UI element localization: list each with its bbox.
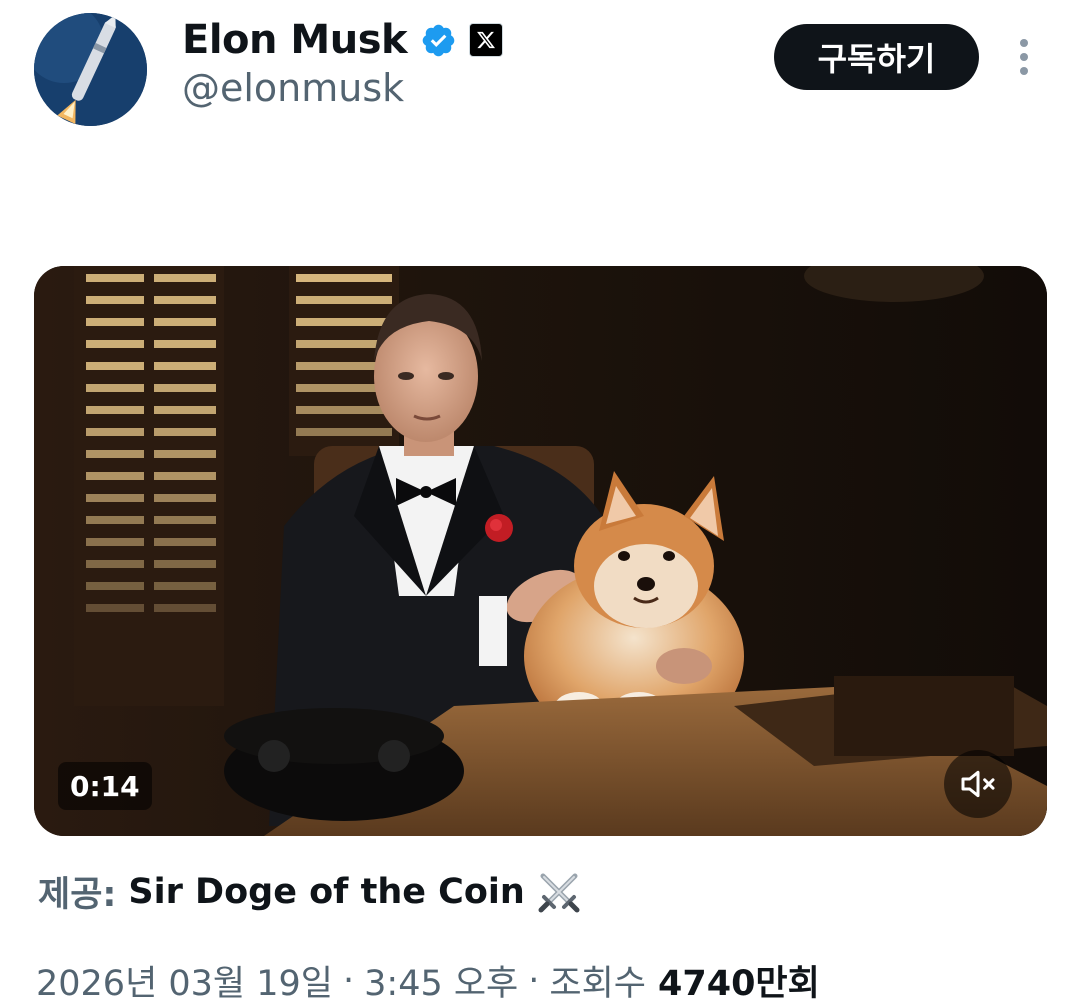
subscribe-button[interactable]: 구독하기 [774, 24, 979, 90]
video-player[interactable]: 0:14 [34, 266, 1047, 836]
author-avatar[interactable] [34, 13, 147, 126]
author-handle[interactable]: @elonmusk [182, 66, 404, 110]
views-count: 4740만회 [658, 964, 820, 1004]
author-display-name[interactable]: Elon Musk [182, 17, 408, 63]
meta-separator: · [343, 960, 355, 1001]
rocket-avatar-image [34, 13, 147, 126]
post-meta: 2026년 03월 19일 · 3:45 오후 · 조회수 4740만회 [36, 955, 820, 1005]
x-logo-icon[interactable] [469, 23, 504, 57]
author-name-row: Elon Musk [182, 14, 504, 66]
attribution-prefix: 제공: [38, 875, 117, 915]
crossed-swords-icon [535, 868, 583, 916]
attribution-source-link[interactable]: Sir Doge of the Coin [128, 872, 524, 912]
volume-muted-icon[interactable] [944, 750, 1012, 818]
media-attribution: 제공: Sir Doge of the Coin [38, 866, 583, 917]
more-vertical-icon[interactable] [1006, 36, 1042, 78]
verified-badge-icon [420, 22, 457, 59]
meta-separator: · [528, 960, 540, 1001]
post-card: Elon Musk @elonmusk 구독하기 0:14 제공: Sir Do… [0, 0, 1080, 1005]
video-duration-badge: 0:14 [58, 762, 152, 810]
views-label: 조회수 [549, 964, 647, 1004]
video-frame-image [34, 266, 1047, 836]
post-time[interactable]: 3:45 오후 [364, 955, 518, 1005]
post-date[interactable]: 2026년 03월 19일 [36, 955, 333, 1005]
